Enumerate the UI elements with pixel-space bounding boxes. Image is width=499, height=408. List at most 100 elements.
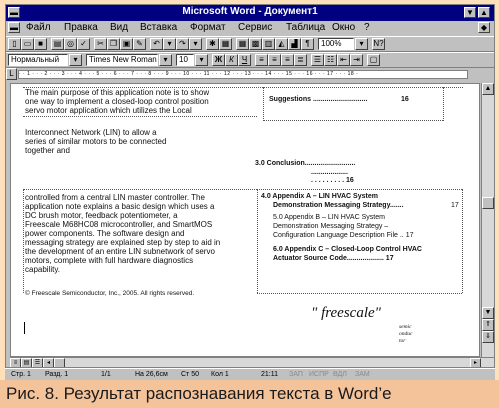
numbering-icon[interactable]: ☰ <box>311 54 324 66</box>
align-left-icon[interactable]: ≡ <box>255 54 268 66</box>
menu-help[interactable]: ? <box>364 22 370 33</box>
font-field[interactable]: Times New Roman Cyr <box>86 54 158 66</box>
scroll-right-icon[interactable]: ▸ <box>470 358 481 367</box>
menu-edit[interactable]: Правка <box>64 22 98 33</box>
open-icon[interactable]: ▭ <box>21 38 34 50</box>
autoformat-icon[interactable]: ✱ <box>206 38 219 50</box>
scroll-thumb[interactable] <box>482 197 494 209</box>
frame-border <box>23 189 24 293</box>
frame-border <box>23 189 257 190</box>
document-control-icon[interactable]: ▬ <box>8 22 20 33</box>
align-center-icon[interactable]: ≡ <box>268 54 281 66</box>
format-painter-icon[interactable]: ✎ <box>133 38 146 50</box>
print-icon[interactable]: ▤ <box>51 38 64 50</box>
print-preview-icon[interactable]: ◎ <box>64 38 77 50</box>
menu-bar: ▬ Файл Правка Вид Вставка Формат Сервис … <box>6 21 494 35</box>
decrease-indent-icon[interactable]: ⇤ <box>337 54 350 66</box>
paste-icon[interactable]: ▣ <box>120 38 133 50</box>
menu-file[interactable]: Файл <box>26 22 51 33</box>
menu-view[interactable]: Вид <box>110 22 128 33</box>
undo-dropdown-icon[interactable]: ▾ <box>163 38 176 50</box>
cut-icon[interactable]: ✂ <box>94 38 107 50</box>
menu-table[interactable]: Таблица <box>286 22 325 33</box>
menu-tools[interactable]: Сервис <box>238 22 272 33</box>
save-icon[interactable]: ■ <box>34 38 47 50</box>
para3-line4: Freescale M68HC08 microcontroller, and S… <box>25 220 213 229</box>
font-dropdown-icon[interactable]: ▾ <box>159 54 172 66</box>
logo-word: freescale <box>321 305 375 321</box>
logo-sub-3: tor <box>399 338 406 344</box>
frame-border <box>263 120 443 121</box>
status-ovr[interactable]: ЗАМ <box>355 369 370 380</box>
insert-table-icon[interactable]: ▦ <box>236 38 249 50</box>
redo-dropdown-icon[interactable]: ▾ <box>189 38 202 50</box>
document-area[interactable]: The main purpose of this application not… <box>10 83 480 357</box>
restore-document-button[interactable]: ◆ <box>478 22 490 33</box>
insert-excel-icon[interactable]: ▩ <box>249 38 262 50</box>
word-window: ▬ Microsoft Word - Документ1 ▼ ▲ ▬ Файл … <box>5 4 495 368</box>
scroll-up-icon[interactable]: ▲ <box>482 83 494 95</box>
minimize-button[interactable]: ▼ <box>464 7 476 18</box>
toc-appendix-c-line1: 6.0 Appendix C – Closed-Loop Control HVA… <box>273 246 422 253</box>
zoom-field[interactable]: 100% <box>318 38 354 50</box>
justify-icon[interactable]: ≣ <box>294 54 307 66</box>
toc-suggestions: Suggestions ............................ <box>269 96 368 103</box>
standard-toolbar: ▯ ▭ ■ ▤ ◎ ✓ ✂ ❐ ▣ ✎ ↶ ▾ ↷ ▾ ✱ ▦ ▦ ▩ ▥ ◭ … <box>6 36 494 52</box>
zoom-dropdown-icon[interactable]: ▾ <box>355 38 368 50</box>
menu-format[interactable]: Формат <box>190 22 226 33</box>
status-ext[interactable]: ВДЛ <box>333 369 347 380</box>
columns-icon[interactable]: ▥ <box>262 38 275 50</box>
maximize-button[interactable]: ▲ <box>478 7 490 18</box>
status-page: Стр. 1 <box>11 371 31 378</box>
borders-icon[interactable]: ▢ <box>367 54 380 66</box>
para3-line9: capability. <box>25 265 60 274</box>
new-document-icon[interactable]: ▯ <box>8 38 21 50</box>
status-rec[interactable]: ЗАП <box>289 369 303 380</box>
toc-conclusion-page: . . . . . . . . . 16 <box>311 177 354 184</box>
hscroll-thumb[interactable] <box>54 358 65 367</box>
bold-button[interactable]: Ж <box>212 54 225 66</box>
style-field[interactable]: Нормальный <box>8 54 68 66</box>
help-icon[interactable]: N? <box>372 38 385 50</box>
show-all-icon[interactable]: ¶ <box>301 38 314 50</box>
normal-view-icon[interactable]: ≡ <box>10 358 21 367</box>
toc-appendix-a-page: 17 <box>451 202 459 209</box>
drawing-icon[interactable]: ◭ <box>275 38 288 50</box>
status-fix[interactable]: ИСПР <box>309 369 329 380</box>
tab-stop-icon[interactable]: L <box>6 68 17 80</box>
menu-window[interactable]: Окно <box>332 22 355 33</box>
para1-line3: servo motor application which utilizes t… <box>25 106 192 115</box>
frame-border <box>443 87 444 121</box>
underline-button[interactable]: Ч <box>238 54 251 66</box>
ruler[interactable]: L · · 1 · · · 2 · · · 3 · · · 4 · · · 5 … <box>6 68 494 81</box>
prev-page-icon[interactable]: ⇑ <box>482 319 494 331</box>
horizontal-scrollbar[interactable]: ≡ ▤ ☰ ◂ ▸ <box>10 357 494 367</box>
next-page-icon[interactable]: ⇓ <box>482 331 494 343</box>
para2-line1: Interconnect Network (LIN) to allow a <box>25 128 157 137</box>
toc-conclusion: 3.0 Conclusion.......................... <box>255 160 356 167</box>
chart-icon[interactable]: ▟ <box>288 38 301 50</box>
scroll-left-icon[interactable]: ◂ <box>43 358 54 367</box>
status-bar: Стр. 1 Разд. 1 1/1 На 26,6см Ст 50 Кол 1… <box>5 368 495 380</box>
spelling-icon[interactable]: ✓ <box>77 38 90 50</box>
insert-address-icon[interactable]: ▦ <box>219 38 232 50</box>
scroll-down-icon[interactable]: ▼ <box>482 307 494 319</box>
copy-icon[interactable]: ❐ <box>107 38 120 50</box>
italic-button[interactable]: К <box>225 54 238 66</box>
ruler-scale: · · 1 · · · 2 · · · 3 · · · 4 · · · 5 · … <box>18 70 468 79</box>
font-size-dropdown-icon[interactable]: ▾ <box>195 54 208 66</box>
align-right-icon[interactable]: ≡ <box>281 54 294 66</box>
toc-appendix-b-line1: 5.0 Appendix B – LIN HVAC System <box>273 214 385 221</box>
redo-icon[interactable]: ↷ <box>176 38 189 50</box>
outline-view-icon[interactable]: ☰ <box>32 358 43 367</box>
bullets-icon[interactable]: ☷ <box>324 54 337 66</box>
para2-line3: together and <box>25 146 70 155</box>
font-size-field[interactable]: 10 <box>176 54 194 66</box>
page-layout-icon[interactable]: ▤ <box>21 358 32 367</box>
undo-icon[interactable]: ↶ <box>150 38 163 50</box>
increase-indent-icon[interactable]: ⇥ <box>350 54 363 66</box>
toc-appendix-b-line3: Configuration Language Description File … <box>273 232 414 239</box>
vertical-scrollbar[interactable]: ▲ ▼ ⇑ ⇓ <box>481 83 494 357</box>
menu-insert[interactable]: Вставка <box>140 22 177 33</box>
style-dropdown-icon[interactable]: ▾ <box>69 54 82 66</box>
